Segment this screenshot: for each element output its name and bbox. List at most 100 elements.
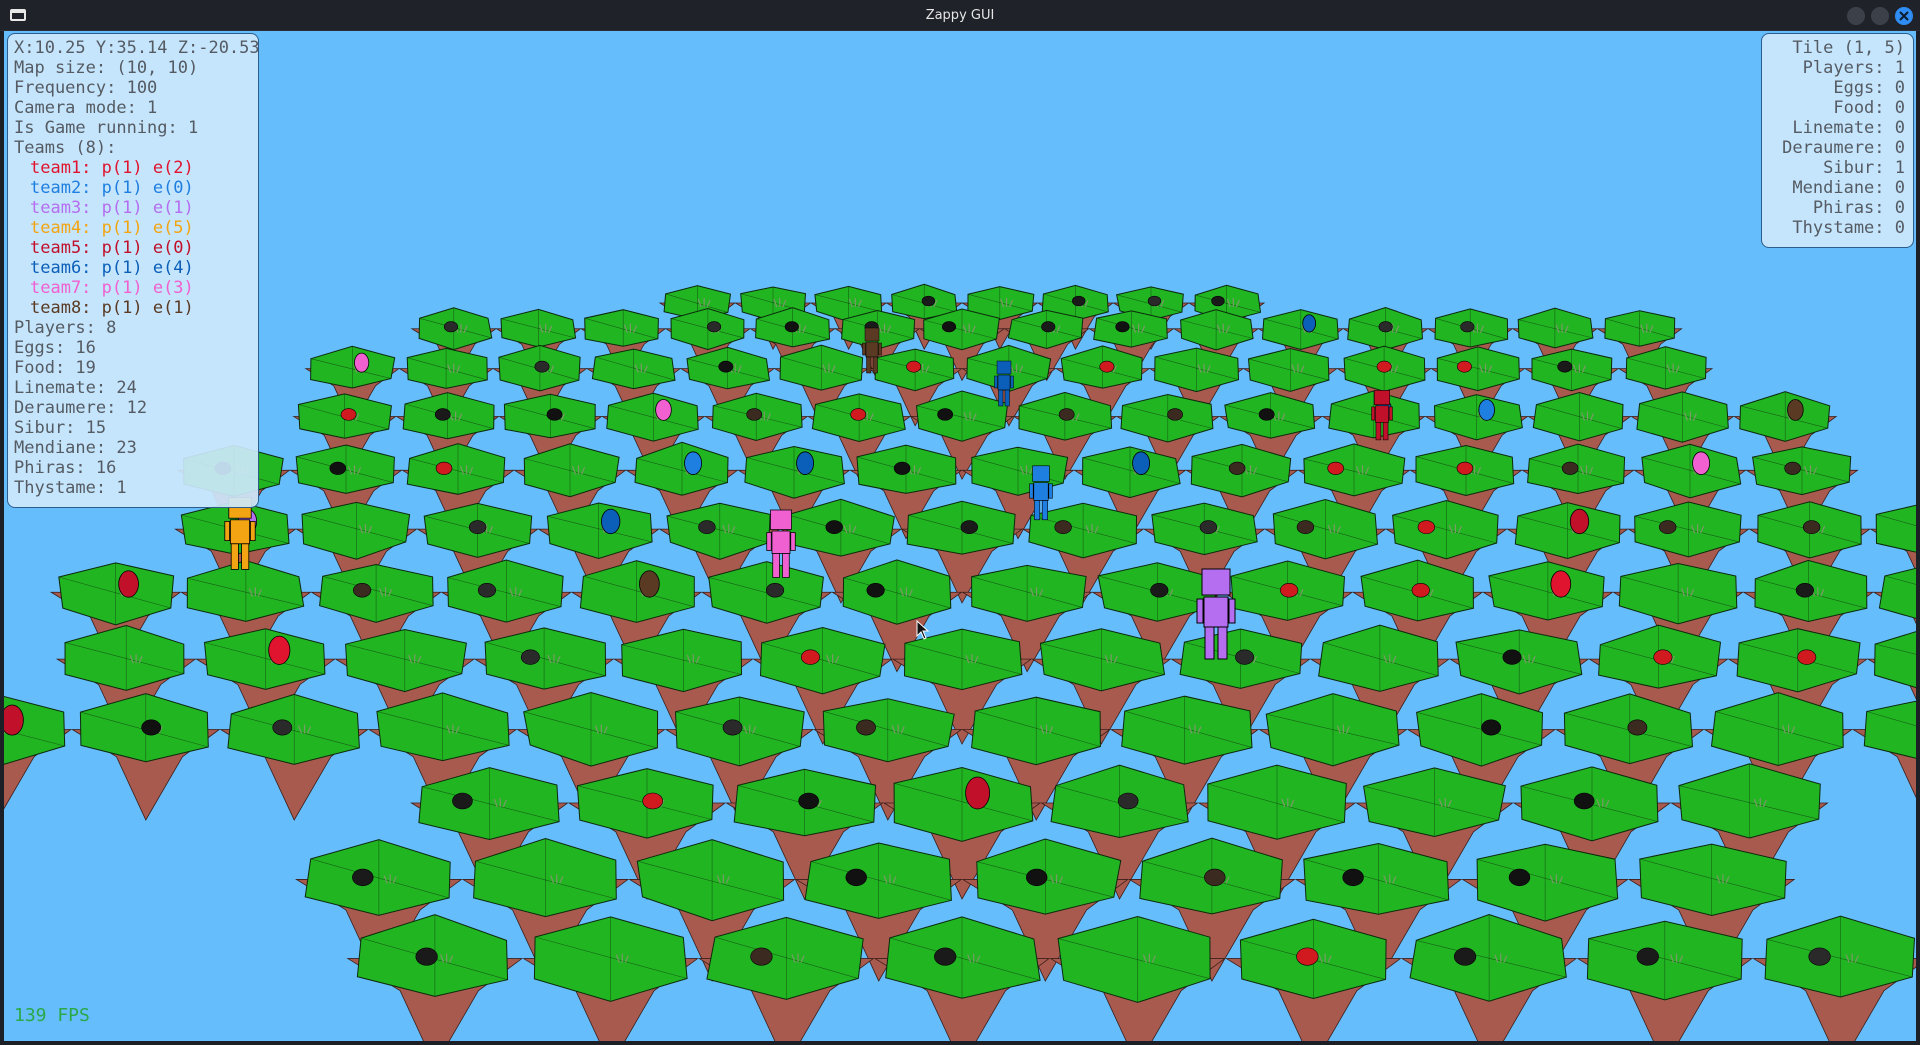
resource-stone (1376, 360, 1392, 373)
team-stats: p(1) e(3) (101, 278, 194, 298)
resource-stone (1557, 360, 1573, 373)
resource-stone (825, 520, 843, 535)
team-stats: p(1) e(2) (101, 158, 194, 178)
resource-stone (1072, 295, 1086, 307)
camera-coordinates: X:10.25 Y:35.14 Z:-20.53 (14, 38, 260, 58)
title-bar[interactable]: Zappy GUI (0, 0, 1920, 31)
island-tile (1224, 918, 1402, 1041)
resource-stone (1411, 582, 1430, 598)
team-row: team3: p(1) e(1) (14, 198, 252, 218)
resource-stone (937, 408, 954, 421)
mendiane-count: Mendiane: 23 (14, 438, 137, 458)
camera-mode: Camera mode: 1 (14, 98, 158, 118)
resource-stone (353, 582, 372, 598)
team-egg (655, 399, 672, 421)
tile-deraumere: Deraumere: 0 (1782, 138, 1905, 158)
island-tile (1752, 915, 1916, 1041)
island-tile (697, 916, 875, 1041)
resource-stone (765, 582, 785, 598)
resource-stone (798, 792, 819, 810)
team-stats: p(1) e(4) (101, 258, 194, 278)
close-icon (1899, 11, 1909, 21)
resource-stone (718, 360, 734, 373)
resource-stone (1280, 582, 1299, 598)
resource-stone (1573, 792, 1595, 810)
island-tile (522, 916, 699, 1041)
team-row: team7: p(1) e(3) (14, 278, 252, 298)
resource-stone (534, 360, 550, 373)
minimize-button[interactable] (1847, 7, 1865, 25)
team-row: team8: p(1) e(1) (14, 298, 252, 318)
island-tile (70, 693, 221, 821)
phiras-count: Phiras: 16 (14, 458, 117, 478)
island-tile (4, 695, 73, 810)
resource-stone (477, 582, 497, 598)
team-row: team2: p(1) e(0) (14, 178, 252, 198)
resource-stone (435, 461, 453, 475)
game-viewport[interactable]: X:10.25 Y:35.14 Z:-20.53 Map size: (10, … (4, 31, 1916, 1041)
resource-stone (352, 868, 374, 887)
resource-stone (546, 408, 563, 421)
teams-list: team1: p(1) e(2) team2: p(1) e(0) team3: p… (14, 158, 252, 318)
team-egg (601, 508, 621, 535)
team-name: team5: (30, 238, 102, 258)
resource-stone (1417, 520, 1436, 535)
resource-stone (1627, 719, 1648, 736)
resource-stone (1797, 649, 1817, 665)
team-egg (1569, 508, 1590, 535)
resource-stone (1058, 408, 1075, 421)
team-egg (268, 635, 291, 665)
team-stats: p(1) e(0) (101, 238, 194, 258)
sibur-count: Sibur: 15 (14, 418, 107, 438)
team-egg (1787, 399, 1804, 421)
maximize-button[interactable] (1871, 7, 1889, 25)
team-name: team7: (30, 278, 102, 298)
deraumere-count: Deraumere: 12 (14, 398, 148, 418)
resource-stone (1167, 408, 1183, 421)
resource-stone (906, 360, 922, 373)
team-stats: p(1) e(5) (101, 218, 194, 238)
resource-stone (1456, 360, 1472, 373)
island-tile (219, 693, 369, 821)
mouse-cursor-icon (916, 620, 930, 640)
team-egg (1550, 570, 1572, 598)
resource-stone (866, 582, 885, 598)
resource-stone (1025, 868, 1048, 887)
resource-stone (452, 792, 473, 810)
resource-stone (960, 520, 978, 535)
resource-stone (520, 649, 540, 665)
resource-stone (1258, 408, 1275, 421)
resource-stone (921, 295, 936, 307)
resource-stone (1808, 947, 1831, 966)
resource-stone (340, 408, 357, 421)
resource-stone (893, 461, 911, 475)
tile-thystame: Thystame: 0 (1792, 218, 1905, 238)
teams-header: Teams (8): (14, 138, 117, 158)
resource-stone (1342, 868, 1364, 887)
frequency: Frequency: 100 (14, 78, 158, 98)
team-name: team8: (30, 298, 102, 318)
team-egg (684, 451, 703, 475)
resource-stone (1378, 321, 1393, 333)
resource-stone (1784, 461, 1801, 475)
island-tile (1851, 700, 1916, 799)
resource-stone (1099, 360, 1115, 373)
app-window: Zappy GUI X:10.25 Y:35.14 Z:-20.53 Map s… (0, 0, 1920, 1045)
resource-stone (746, 408, 763, 421)
players-count: Players: 8 (14, 318, 117, 338)
resource-stone (1460, 321, 1475, 333)
team-egg (965, 776, 990, 810)
game-running-status: Is Game running: 1 (14, 118, 199, 138)
team-egg (639, 570, 660, 598)
resource-stone (1296, 947, 1319, 966)
resource-stone (329, 461, 347, 475)
tile-title: Tile (1, 5) (1792, 38, 1905, 58)
close-button[interactable] (1895, 7, 1913, 25)
island-tiles (4, 283, 1916, 1041)
resource-stone (1653, 649, 1673, 665)
resource-stone (1453, 947, 1477, 966)
island-tile (1049, 915, 1226, 1041)
resource-stone (1659, 520, 1677, 535)
world-map-3d[interactable] (4, 31, 1916, 1041)
linemate-count: Linemate: 24 (14, 378, 137, 398)
